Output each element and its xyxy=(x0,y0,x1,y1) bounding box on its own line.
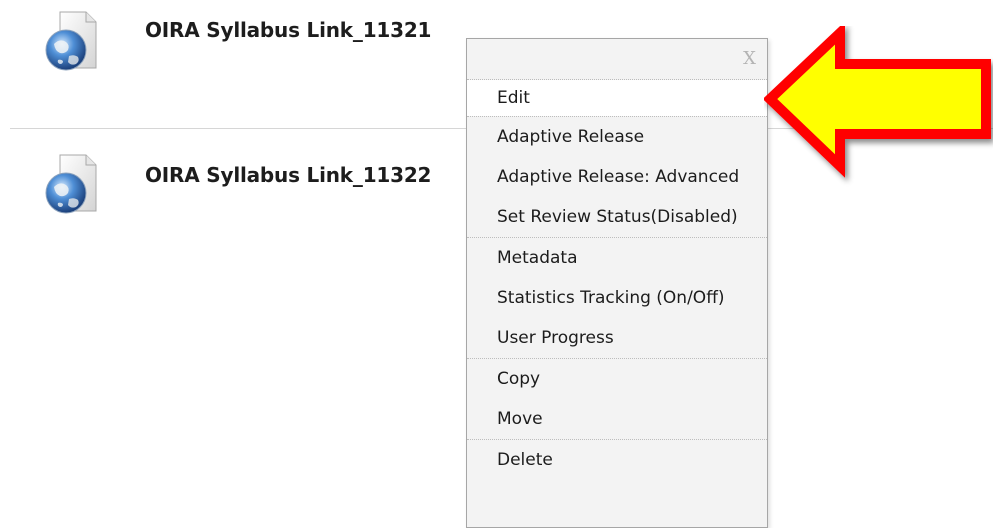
context-menu: X Edit Adaptive Release Adaptive Release… xyxy=(466,38,768,528)
menu-item-edit[interactable]: Edit xyxy=(467,80,767,116)
menu-item-delete[interactable]: Delete xyxy=(467,440,767,480)
menu-group-copy-move: Copy Move xyxy=(467,359,767,440)
item-title[interactable]: OIRA Syllabus Link_11321 xyxy=(145,18,431,42)
menu-item-statistics-tracking[interactable]: Statistics Tracking (On/Off) xyxy=(467,278,767,318)
menu-group-tracking: Metadata Statistics Tracking (On/Off) Us… xyxy=(467,238,767,359)
menu-header: X xyxy=(467,39,767,80)
web-link-globe-icon xyxy=(42,153,98,215)
menu-group-release: Adaptive Release Adaptive Release: Advan… xyxy=(467,117,767,238)
menu-item-adaptive-release-advanced[interactable]: Adaptive Release: Advanced xyxy=(467,157,767,197)
annotation-arrow-icon xyxy=(762,21,993,188)
menu-item-user-progress[interactable]: User Progress xyxy=(467,318,767,358)
menu-item-move[interactable]: Move xyxy=(467,399,767,439)
menu-item-metadata[interactable]: Metadata xyxy=(467,238,767,278)
menu-item-set-review-status[interactable]: Set Review Status(Disabled) xyxy=(467,197,767,237)
menu-item-adaptive-release[interactable]: Adaptive Release xyxy=(467,117,767,157)
web-link-globe-icon xyxy=(42,10,98,72)
close-menu-button[interactable]: X xyxy=(743,48,756,69)
menu-group-edit: Edit xyxy=(467,80,767,117)
arrow-shape xyxy=(762,21,991,178)
menu-item-copy[interactable]: Copy xyxy=(467,359,767,399)
item-title[interactable]: OIRA Syllabus Link_11322 xyxy=(145,163,431,187)
menu-group-delete: Delete xyxy=(467,440,767,480)
